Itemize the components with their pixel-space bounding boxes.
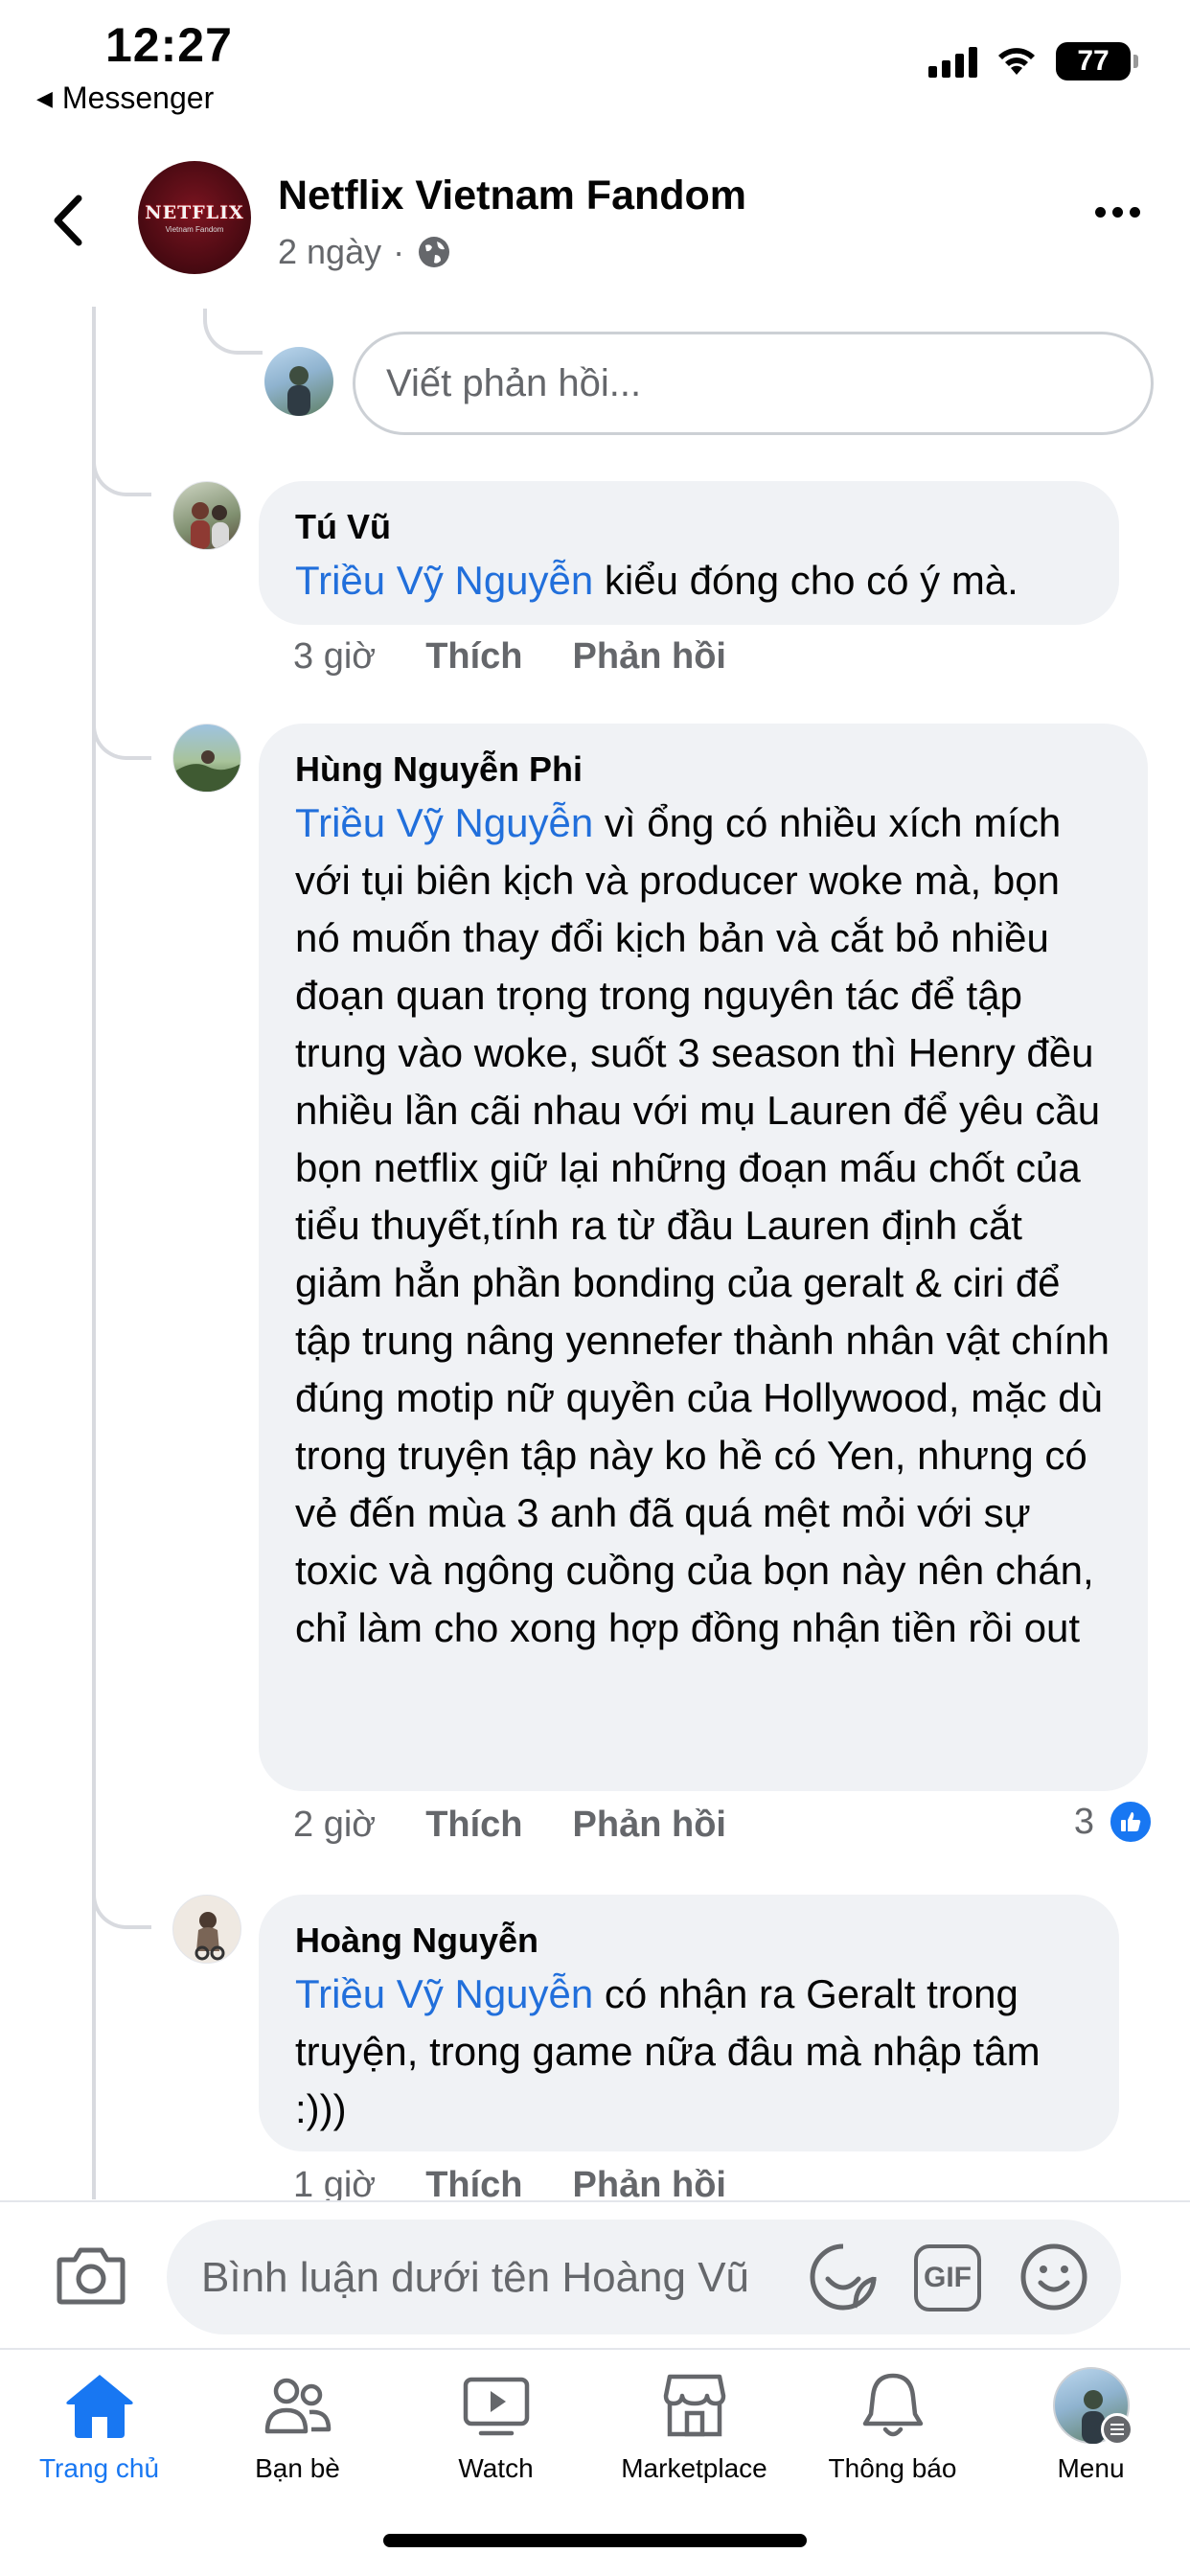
current-user-avatar <box>264 347 333 416</box>
tab-watch[interactable]: Watch <box>397 2350 595 2494</box>
status-icons: 77 <box>928 42 1138 80</box>
comment-mention[interactable]: Triều Vỹ Nguyễn <box>295 800 593 845</box>
tab-menu[interactable]: Menu <box>992 2350 1190 2494</box>
commenter-avatar[interactable] <box>172 481 241 550</box>
comment-bubble[interactable]: Hùng Nguyễn Phi Triều Vỹ Nguyễn vì ổng c… <box>259 724 1148 1791</box>
page-avatar[interactable]: NETFLIX Vietnam Fandom <box>138 161 251 274</box>
comment-body: kiểu đóng cho có ý mà. <box>593 558 1018 603</box>
camera-icon[interactable] <box>56 2244 126 2306</box>
comment-bubble[interactable]: Tú Vũ Triều Vỹ Nguyễn kiểu đóng cho có ý… <box>259 481 1119 625</box>
thread-branch-3 <box>92 1883 151 1929</box>
commenter-avatar[interactable] <box>172 724 241 793</box>
tab-marketplace[interactable]: Marketplace <box>595 2350 793 2494</box>
comment-text: Triều Vỹ Nguyễn có nhận ra Geralt trong … <box>295 1966 1083 2138</box>
reply-input[interactable]: Viết phản hồi... <box>353 332 1154 435</box>
comment-input[interactable]: Bình luận dưới tên Hoàng Vũ GIF <box>167 2220 1121 2334</box>
comment-body: vì ổng có nhiều xích mích với tụi biên k… <box>295 800 1110 1650</box>
menu-avatar <box>1052 2367 1133 2446</box>
back-arrow-icon[interactable] <box>44 187 92 254</box>
menu-hamburger-icon <box>1100 2413 1133 2446</box>
tab-label: Marketplace <box>621 2453 767 2483</box>
thumbs-up-icon <box>1108 1799 1154 1845</box>
reply-placeholder: Viết phản hồi... <box>386 361 642 404</box>
comment-time[interactable]: 3 giờ <box>293 636 376 678</box>
comment-author[interactable]: Hoàng Nguyễn <box>295 1920 1083 1962</box>
back-triangle-icon: ◀ <box>36 85 53 110</box>
thread-branch-2 <box>92 714 151 760</box>
emoji-icon[interactable] <box>1018 2241 1090 2313</box>
bell-icon <box>862 2373 923 2437</box>
reaction-count: 3 <box>1073 1801 1094 1842</box>
tab-label: Trang chủ <box>38 2453 160 2483</box>
tab-friends[interactable]: Bạn bè <box>198 2350 397 2494</box>
battery-level: 77 <box>1077 45 1110 77</box>
avatar-sub-text: Vietnam Fandom <box>165 224 224 234</box>
comment-actions: 3 giờ Thích Phản hồi <box>293 636 726 678</box>
globe-icon <box>419 237 450 267</box>
comment-mention[interactable]: Triều Vỹ Nguyễn <box>295 1971 593 2016</box>
tab-label: Watch <box>458 2453 534 2483</box>
watch-icon <box>463 2377 529 2436</box>
comment-text: Triều Vỹ Nguyễn vì ổng có nhiều xích míc… <box>295 794 1111 1657</box>
status-bar: 12:27 ◀ Messenger 77 <box>0 0 1190 134</box>
reply-button[interactable]: Phản hồi <box>573 1805 726 1846</box>
comment-author[interactable]: Tú Vũ <box>295 506 1083 548</box>
comment-actions: 2 giờ Thích Phản hồi <box>293 1805 726 1846</box>
tab-label: Bạn bè <box>255 2453 340 2483</box>
thread-branch-1 <box>92 450 151 496</box>
comment-author[interactable]: Hùng Nguyễn Phi <box>295 748 1111 791</box>
comment-bubble[interactable]: Hoàng Nguyễn Triều Vỹ Nguyễn có nhận ra … <box>259 1895 1119 2151</box>
page-name[interactable]: Netflix Vietnam Fandom <box>278 172 746 219</box>
avatar-logo-text: NETFLIX <box>145 201 244 223</box>
status-time: 12:27 <box>105 18 233 72</box>
home-icon <box>65 2375 133 2438</box>
sticker-icon[interactable] <box>807 2241 880 2313</box>
thread-line <box>92 307 96 2199</box>
cellular-signal-icon <box>928 45 977 78</box>
back-to-messenger-link[interactable]: ◀ Messenger <box>36 80 214 116</box>
home-indicator[interactable] <box>383 2534 807 2547</box>
gif-button[interactable]: GIF <box>914 2244 981 2312</box>
back-app-label: Messenger <box>61 80 215 115</box>
reply-button[interactable]: Phản hồi <box>573 636 726 678</box>
commenter-avatar[interactable] <box>172 1895 241 1964</box>
comment-placeholder: Bình luận dưới tên Hoàng Vũ <box>201 2254 750 2301</box>
post-meta: 2 ngày · <box>278 232 452 272</box>
tab-home[interactable]: Trang chủ <box>0 2350 198 2494</box>
like-button[interactable]: Thích <box>425 1805 522 1846</box>
comment-text: Triều Vỹ Nguyễn kiểu đóng cho có ý mà. <box>295 552 1083 610</box>
friends-icon <box>264 2378 331 2434</box>
more-options-button[interactable] <box>1095 207 1140 218</box>
post-header: NETFLIX Vietnam Fandom Netflix Vietnam F… <box>0 144 1190 297</box>
comment-time[interactable]: 2 giờ <box>293 1805 376 1846</box>
wifi-icon <box>998 48 1035 75</box>
reaction-summary[interactable]: 3 <box>1074 1799 1154 1845</box>
battery-icon: 77 <box>1056 42 1138 80</box>
tab-notifications[interactable]: Thông báo <box>793 2350 992 2494</box>
like-button[interactable]: Thích <box>425 636 522 678</box>
comment-composer: Bình luận dưới tên Hoàng Vũ GIF <box>0 2200 1190 2346</box>
gif-label: GIF <box>924 2262 972 2293</box>
marketplace-icon <box>663 2374 725 2437</box>
meta-separator: · <box>393 232 405 271</box>
reply-thread-branch <box>203 309 263 355</box>
tab-label: Thông báo <box>828 2453 957 2483</box>
post-time[interactable]: 2 ngày <box>278 232 381 272</box>
tab-label: Menu <box>1057 2453 1125 2483</box>
comment-mention[interactable]: Triều Vỹ Nguyễn <box>295 558 593 603</box>
